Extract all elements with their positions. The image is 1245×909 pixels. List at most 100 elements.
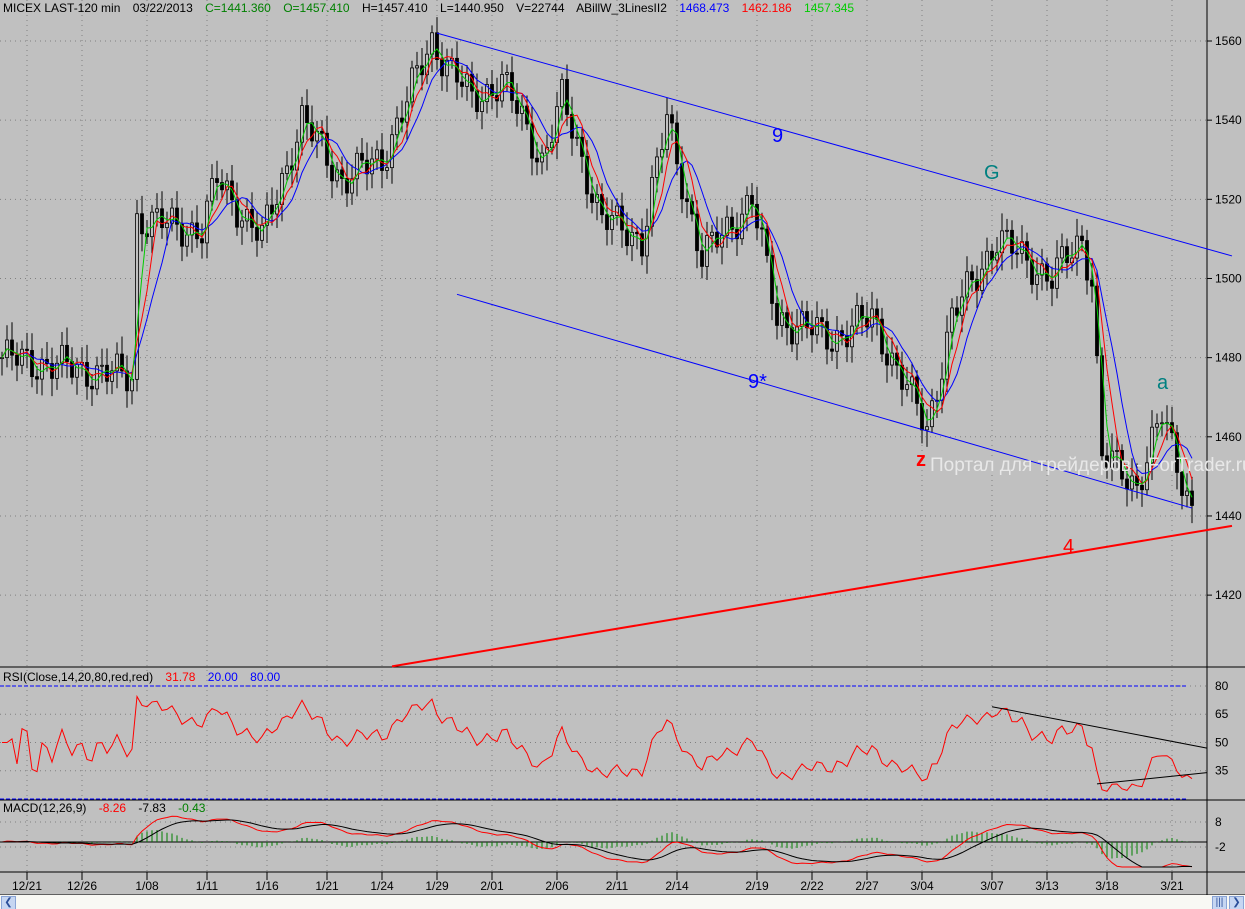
candle-body [65,344,69,362]
wave-label-a: a [1157,372,1169,394]
rsi-trendline [991,706,1208,749]
candle-body [1065,246,1069,263]
rsi-high-level: 80.00 [250,670,281,684]
candle-body [820,317,824,322]
candle-body [830,348,834,352]
candle-body [1190,490,1194,506]
rsi-tick-label: 80 [1215,679,1229,693]
candle-body [905,384,909,390]
x-tick-label: 2/01 [480,879,504,893]
candle-body [1125,478,1129,490]
candle-body [575,136,579,139]
candle-body [925,426,929,431]
candle-body [40,358,44,380]
candle-body [930,400,934,428]
candle-body [625,229,629,247]
candle-body [200,238,204,244]
candle-body [970,271,974,280]
x-tick-label: 1/21 [315,879,339,893]
x-tick-label: 3/13 [1035,879,1059,893]
chart-window: 12/21 12/26 1/08 1/11 1/16 1/21 1/24 1/29 2/01 2/… [0,0,1245,909]
candle-body [855,305,859,327]
candle-body [1035,274,1039,285]
date-label: 03/22/2013 [132,1,193,15]
macd-header: MACD(12,26,9) -8.26 -7.83 -0.43 [3,801,214,815]
x-tick-label: 2/27 [855,879,879,893]
price-tick-label: 1480 [1215,351,1242,365]
x-tick-label: 2/19 [745,879,769,893]
rsi-label: RSI(Close,14,20,80,red,red) [3,670,154,684]
candle-body [330,164,334,182]
candle-body [30,350,34,378]
scroll-right-button[interactable]: ❯ [1229,896,1244,909]
x-tick-label: 3/04 [910,879,934,893]
candle-body [535,157,539,163]
candle-body [500,74,504,102]
candle-body [1185,490,1189,496]
price-tick-label: 1540 [1215,113,1242,127]
watermark: Портал для трейдеров - ForTrader.ru [930,455,1245,476]
price-tick-label: 1460 [1215,430,1242,444]
candle-body [1010,229,1014,254]
macd-label: MACD(12,26,9) [3,801,87,815]
candle-body [390,134,394,169]
candle-body [710,231,714,236]
horizontal-scrollbar[interactable]: ❮ ||| ❯ [0,895,1245,909]
low-value: L=1440.950 [440,1,504,15]
candle-body [255,227,259,241]
candle-body [955,307,959,316]
candle-body [775,303,779,326]
candle-body [55,362,59,379]
x-tick-label: 1/16 [255,879,279,893]
candle-body [460,81,464,87]
x-tick-label: 3/21 [1160,879,1184,893]
symbol-label: MICEX LAST-120 min [3,1,121,15]
candle-body [560,79,564,108]
scroll-thumb[interactable]: ||| [1212,896,1227,909]
candle-body [570,114,574,139]
rsi-trendline [1096,772,1208,785]
wave-label-g: G [984,162,1000,184]
wave-label-z: z [916,449,926,471]
candle-body [590,193,594,203]
candle-body [1005,229,1009,232]
candle-body [1015,252,1019,255]
x-tick-label: 1/29 [425,879,449,893]
candle-body [480,101,484,112]
macd-tick-label: -2 [1215,840,1226,854]
rsi-low-level: 20.00 [207,670,238,684]
volume-value: V=22744 [516,1,565,15]
candle-body [415,65,419,69]
candle-body [1060,246,1064,259]
wave-label-9star: 9* [748,371,767,393]
price-header: MICEX LAST-120 min 03/22/2013 C=1441.360… [3,1,863,15]
price-tick-label: 1520 [1215,192,1242,206]
candle-body [610,215,614,230]
candle-body [215,178,219,183]
price-tick-label: 1500 [1215,271,1242,285]
candle-body [25,348,29,351]
candle-body [15,354,19,366]
x-tick-label: 3/18 [1095,879,1119,893]
chart-canvas[interactable]: 12/21 12/26 1/08 1/11 1/16 1/21 1/24 1/29 2/01 2/… [0,0,1245,895]
x-tick-label: 12/21 [12,879,42,893]
rsi-tick-label: 65 [1215,707,1229,721]
x-tick-label: 1/11 [196,879,219,893]
candle-body [505,72,509,75]
candle-body [240,220,244,228]
candle-body [1130,475,1134,490]
candle-body [795,325,799,345]
scroll-left-button[interactable]: ❮ [1,896,16,909]
candle-body [435,32,439,60]
open-value: O=1457.410 [283,1,350,15]
candle-body [375,149,379,160]
candle-body [0,357,4,360]
candle-body [360,152,364,161]
x-tick-label: 2/06 [545,879,569,893]
candle-body [985,250,989,270]
candle-body [745,195,749,215]
candle-body [1160,422,1164,425]
price-tick-label: 1440 [1215,509,1242,523]
candle-body [210,178,214,202]
candle-body [320,130,324,134]
